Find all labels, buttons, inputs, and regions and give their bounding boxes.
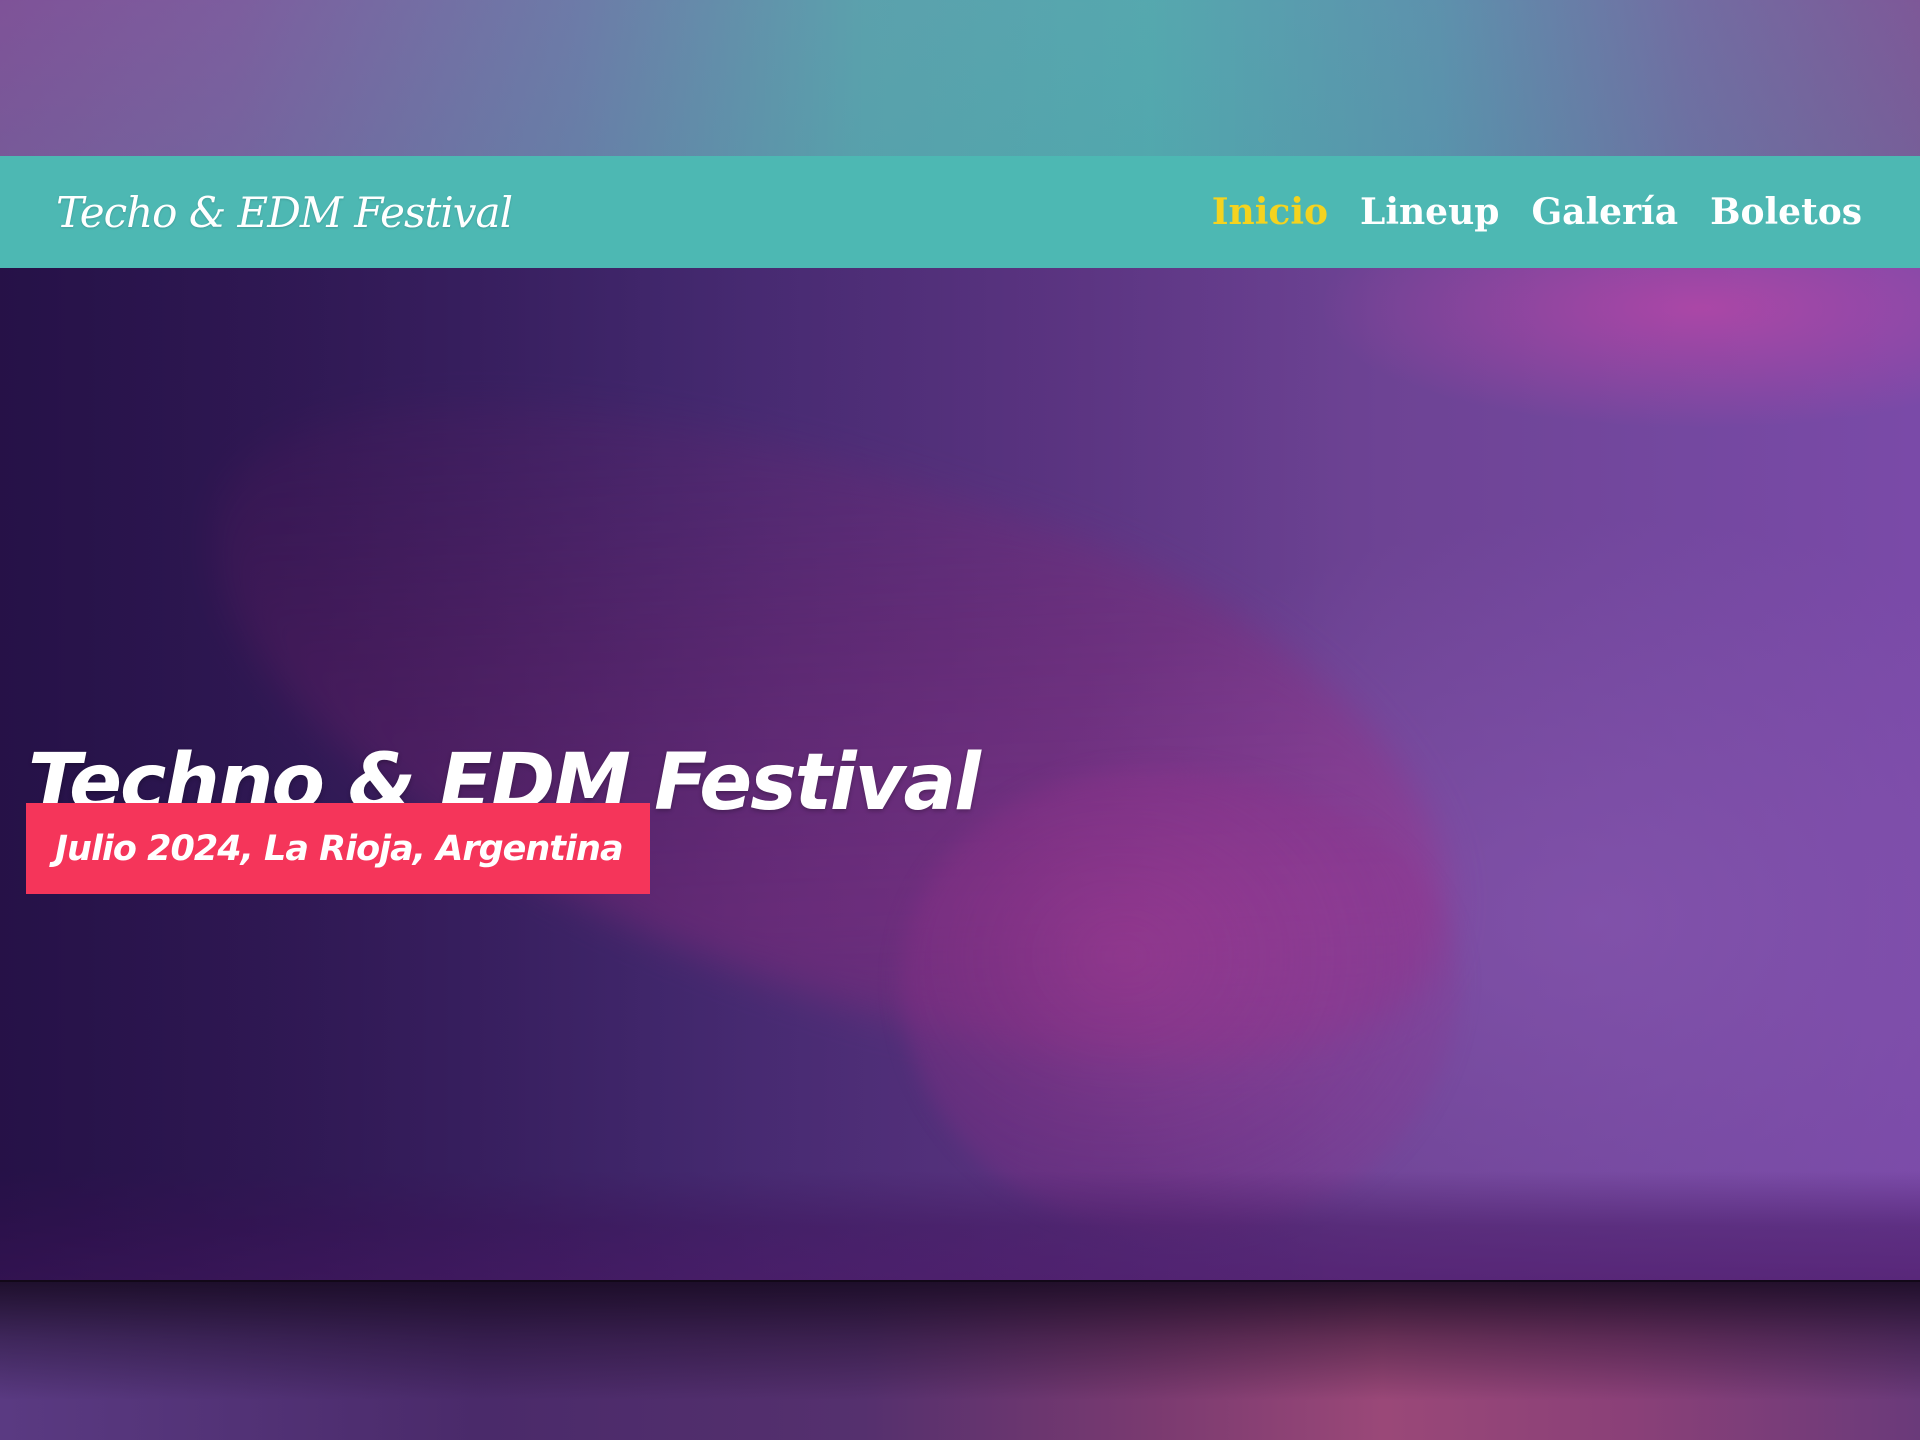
date-location-badge: Julio 2024, La Rioja, Argentina bbox=[26, 803, 650, 894]
nav-item-galeria[interactable]: Galería bbox=[1531, 191, 1678, 233]
nav-item-boletos[interactable]: Boletos bbox=[1710, 191, 1862, 233]
bottom-background-blur bbox=[0, 1282, 1920, 1440]
nav-item-lineup[interactable]: Lineup bbox=[1360, 191, 1499, 233]
nav-item-inicio[interactable]: Inicio bbox=[1212, 191, 1328, 233]
hero-section: Techno & EDM Festival Julio 2024, La Rio… bbox=[0, 268, 1920, 1281]
page: Techo & EDM Festival Inicio Lineup Galer… bbox=[0, 0, 1920, 1440]
nav-links: Inicio Lineup Galería Boletos bbox=[1212, 191, 1862, 233]
date-location-text: Julio 2024, La Rioja, Argentina bbox=[55, 828, 624, 869]
brand-logo[interactable]: Techo & EDM Festival bbox=[56, 188, 513, 237]
navbar: Techo & EDM Festival Inicio Lineup Galer… bbox=[0, 156, 1920, 268]
top-background-blur bbox=[0, 0, 1920, 156]
